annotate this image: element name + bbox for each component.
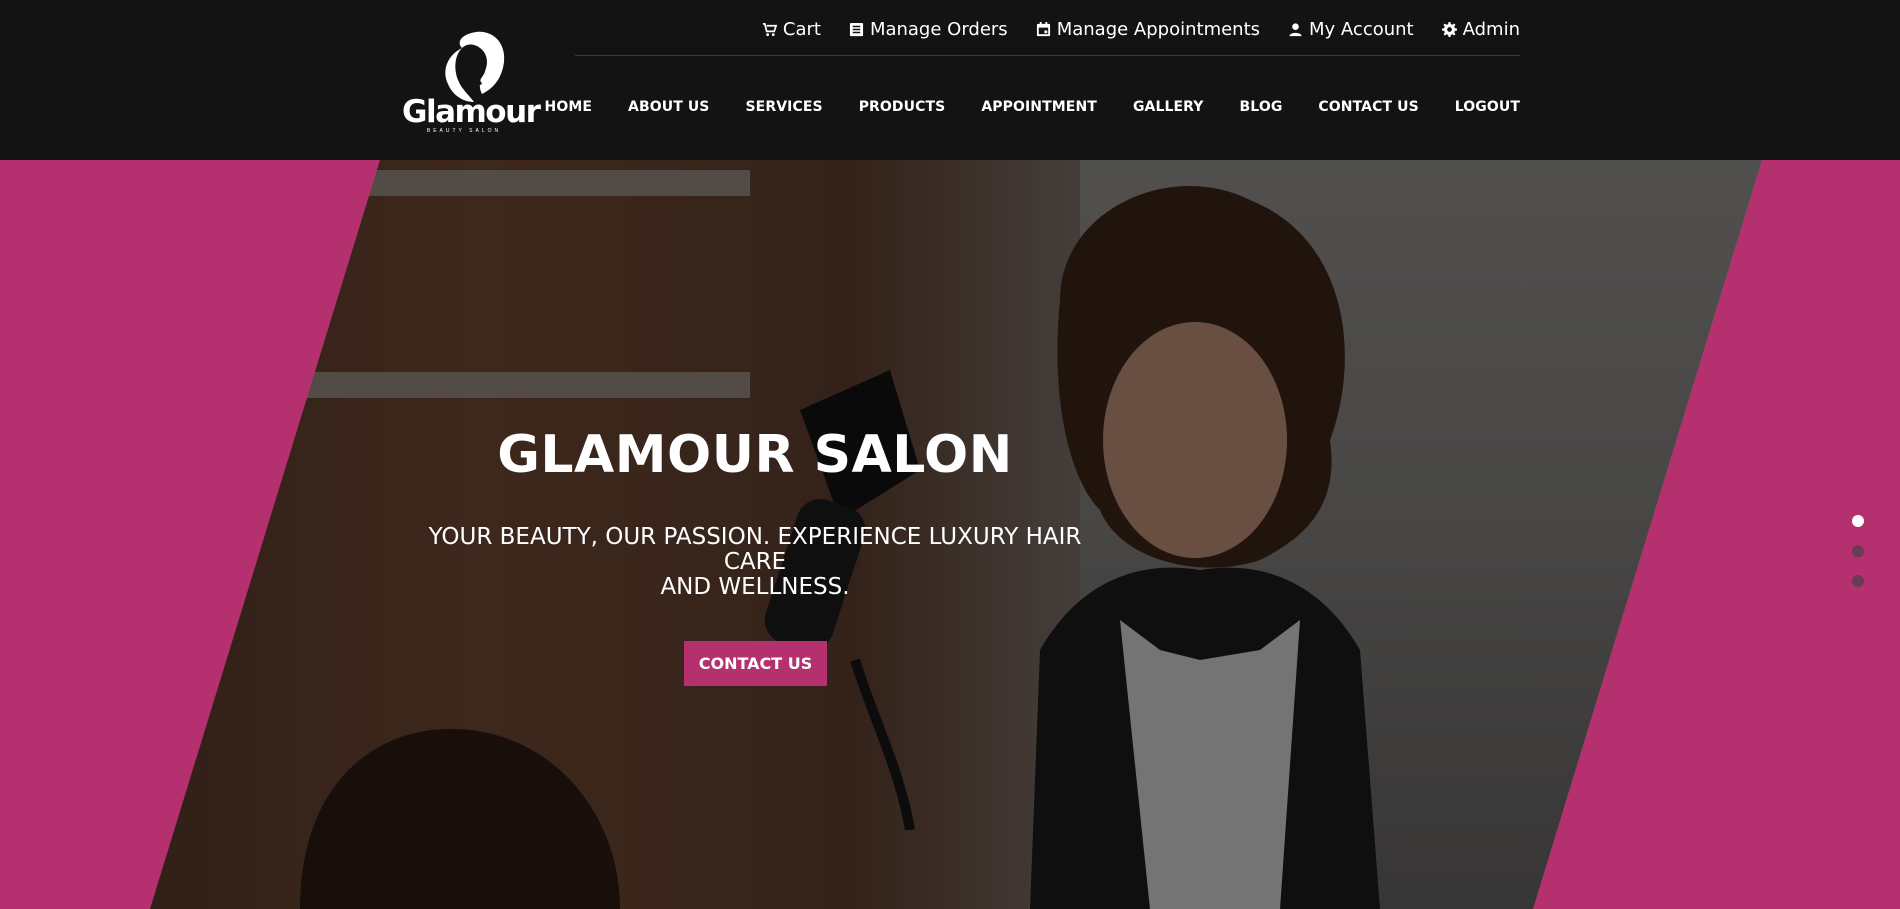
calendar-icon — [1036, 21, 1050, 36]
manage-appointments-link[interactable]: Manage Appointments — [1036, 19, 1260, 40]
carousel-dot-2[interactable] — [1852, 545, 1864, 557]
main-nav: HOME ABOUT US SERVICES PRODUCTS APPOINTM… — [545, 99, 1520, 115]
list-icon — [849, 22, 863, 36]
brand-tagline: BEAUTY SALON — [426, 128, 502, 134]
brand-logo[interactable]: Glamour BEAUTY SALON — [400, 28, 541, 136]
nav-about-us[interactable]: ABOUT US — [628, 99, 709, 115]
hero-subtitle: YOUR BEAUTY, OUR PASSION. EXPERIENCE LUX… — [400, 525, 1110, 600]
nav-contact-us[interactable]: CONTACT US — [1318, 99, 1418, 115]
my-account-link[interactable]: My Account — [1288, 19, 1414, 40]
manage-orders-link[interactable]: Manage Orders — [849, 19, 1008, 40]
hero-slider: GLAMOUR SALON YOUR BEAUTY, OUR PASSION. … — [0, 160, 1900, 909]
cart-link[interactable]: Cart — [762, 19, 821, 40]
nav-blog[interactable]: BLOG — [1240, 99, 1283, 115]
gear-icon — [1441, 21, 1457, 37]
manage-orders-label: Manage Orders — [869, 18, 1008, 40]
manage-appointments-label: Manage Appointments — [1056, 18, 1261, 40]
carousel-dot-1[interactable] — [1852, 515, 1864, 527]
hero-subtitle-line-1: YOUR BEAUTY, OUR PASSION. EXPERIENCE LUX… — [428, 524, 1082, 575]
nav-services[interactable]: SERVICES — [745, 99, 822, 115]
user-icon — [1289, 22, 1302, 36]
hero-contact-button[interactable]: CONTACT US — [684, 641, 827, 686]
admin-label: Admin — [1462, 18, 1520, 40]
hero-subtitle-line-2: AND WELLNESS. — [660, 574, 850, 600]
admin-link[interactable]: Admin — [1441, 18, 1520, 40]
nav-logout[interactable]: LOGOUT — [1455, 99, 1520, 115]
brand-wordmark: Glamour — [402, 94, 541, 130]
utility-nav: Cart Manage Orders Manage Appointments M… — [762, 14, 1520, 44]
nav-gallery[interactable]: GALLERY — [1133, 99, 1204, 115]
carousel-dot-3[interactable] — [1852, 575, 1864, 587]
cart-label: Cart — [782, 18, 821, 40]
site-header: Glamour BEAUTY SALON Cart Manage Orders … — [0, 0, 1900, 160]
nav-products[interactable]: PRODUCTS — [859, 99, 946, 115]
nav-home[interactable]: HOME — [545, 99, 593, 115]
header-divider — [575, 55, 1520, 56]
my-account-label: My Account — [1309, 18, 1414, 40]
hero-title: GLAMOUR SALON — [497, 425, 1013, 485]
carousel-dots — [1852, 515, 1864, 605]
nav-appointment[interactable]: APPOINTMENT — [981, 99, 1097, 115]
cart-icon — [762, 22, 777, 36]
